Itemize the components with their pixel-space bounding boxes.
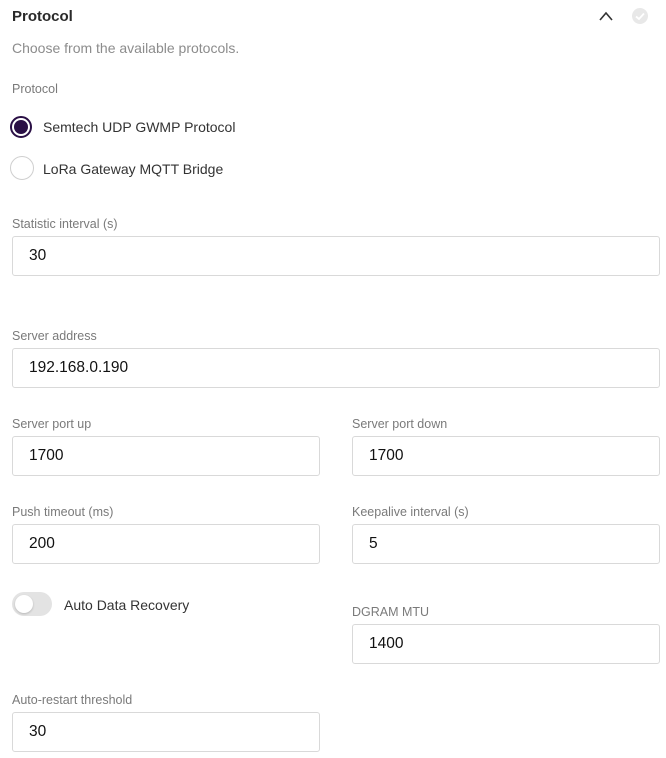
statistic-interval-input[interactable]: 30 [12, 236, 660, 276]
push-timeout-label: Push timeout (ms) [12, 505, 114, 519]
statistic-interval-label: Statistic interval (s) [12, 217, 118, 231]
protocol-label: Protocol [12, 82, 58, 96]
keepalive-interval-input[interactable]: 5 [352, 524, 660, 564]
server-port-down-label: Server port down [352, 417, 448, 431]
dgram-mtu-input[interactable]: 1400 [352, 624, 660, 664]
keepalive-interval-label: Keepalive interval (s) [352, 505, 469, 519]
radio-button-selected[interactable] [10, 116, 32, 138]
toggle-knob [15, 595, 33, 613]
radio-option-semtech[interactable]: Semtech UDP GWMP Protocol [10, 115, 270, 139]
server-port-down-input[interactable]: 1700 [352, 436, 660, 476]
auto-restart-threshold-label: Auto-restart threshold [12, 693, 133, 707]
radio-label-semtech: Semtech UDP GWMP Protocol [43, 119, 236, 135]
server-port-up-label: Server port up [12, 417, 92, 431]
section-title: Protocol [12, 8, 73, 25]
push-timeout-input[interactable]: 200 [12, 524, 320, 564]
chevron-up-icon[interactable] [597, 9, 615, 23]
check-circle-icon [632, 8, 648, 24]
radio-option-mqtt[interactable]: LoRa Gateway MQTT Bridge [10, 156, 270, 180]
auto-data-recovery-toggle[interactable] [12, 592, 52, 616]
dgram-mtu-label: DGRAM MTU [352, 605, 430, 619]
server-address-input[interactable]: 192.168.0.190 [12, 348, 660, 388]
radio-label-mqtt: LoRa Gateway MQTT Bridge [43, 161, 224, 177]
server-address-label: Server address [12, 329, 97, 343]
section-description: Choose from the available protocols. [12, 40, 240, 56]
auto-data-recovery-label: Auto Data Recovery [64, 597, 190, 613]
auto-restart-threshold-input[interactable]: 30 [12, 712, 320, 752]
radio-button-unselected[interactable] [10, 156, 34, 180]
server-port-up-input[interactable]: 1700 [12, 436, 320, 476]
